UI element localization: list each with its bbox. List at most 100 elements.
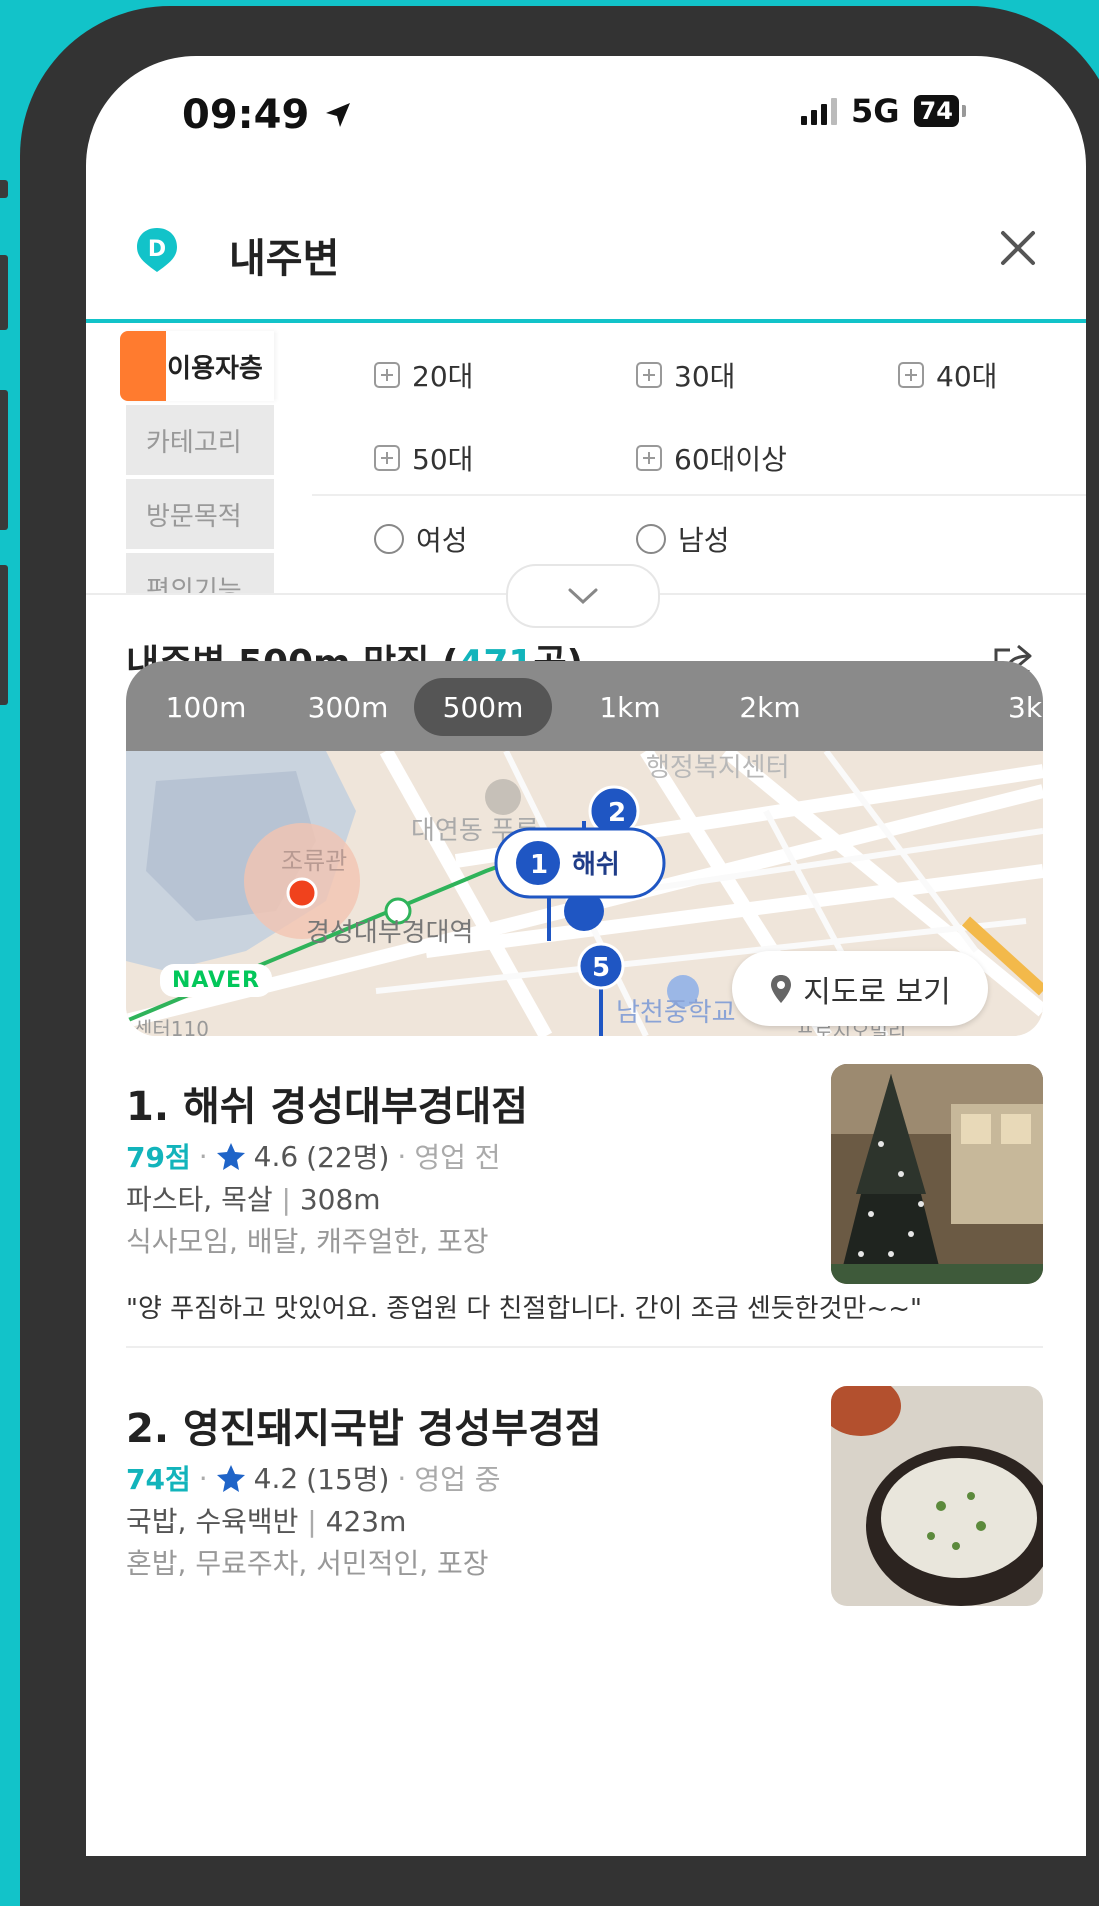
restaurant-photo-image xyxy=(831,1386,1043,1606)
option-label: 남성 xyxy=(678,524,730,557)
network-label: 5G xyxy=(851,92,900,130)
star-icon xyxy=(216,1143,245,1170)
phone-side-button-4 xyxy=(0,565,8,705)
divider-bar: | xyxy=(307,1505,326,1538)
restaurant-title[interactable]: 2. 영진돼지국밥 경성부경점 xyxy=(126,1396,602,1454)
battery-icon: 74 xyxy=(913,95,967,127)
score-unit: 점 xyxy=(164,1463,191,1496)
distance-tab-2km[interactable]: 2km xyxy=(716,678,824,736)
option-label: 50대 xyxy=(412,443,474,476)
meta-separator: · xyxy=(397,1139,407,1173)
score-number: 74 xyxy=(126,1463,165,1496)
restaurant-tags: 혼밥, 무료주차, 서민적인, 포장 xyxy=(126,1547,489,1580)
filter-tab-category[interactable]: 카테고리 xyxy=(126,405,274,475)
map-pin-icon xyxy=(771,974,792,1003)
map-label-station: 경성대부경대역 xyxy=(306,918,473,948)
filter-divider xyxy=(312,494,1086,496)
option-label: 여성 xyxy=(416,524,468,557)
option-label: 40대 xyxy=(936,360,998,393)
age-option-30[interactable]: 30대 xyxy=(636,355,735,395)
restaurant-categories: 국밥, 수육백반 | 423m xyxy=(126,1500,406,1540)
active-tab-accent xyxy=(120,331,166,401)
option-label: 60대이상 xyxy=(674,443,787,476)
score-number: 79 xyxy=(126,1141,165,1174)
category-text: 파스타, 목살 xyxy=(126,1183,273,1216)
map-callout-number: 1 xyxy=(530,850,548,880)
meta-separator: · xyxy=(198,1461,208,1495)
restaurant-title[interactable]: 1. 해쉬 경성대부경대점 xyxy=(126,1074,528,1132)
app-logo-icon: D xyxy=(137,228,177,272)
restaurant-tags: 식사모임, 배달, 캐주얼한, 포장 xyxy=(126,1225,489,1258)
meta-separator: · xyxy=(198,1139,208,1173)
map-pin-2-label: 2 xyxy=(608,798,626,828)
view-on-map-label: 지도로 보기 xyxy=(803,974,951,1010)
restaurant-review: "양 푸짐하고 맛있어요. 종업원 다 친절합니다. 간이 조금 센듯한것만~~… xyxy=(126,1294,922,1324)
plus-box-icon xyxy=(374,445,400,471)
divider-bar: | xyxy=(281,1183,300,1216)
restaurant-meta: 79점 · 4.6 (22명) · 영업 전 xyxy=(126,1136,501,1176)
distance-tab-100m[interactable]: 100m xyxy=(152,678,260,736)
filter-tab-purpose[interactable]: 방문목적 xyxy=(126,479,274,549)
phone-side-button-2 xyxy=(0,255,8,330)
star-icon xyxy=(216,1465,245,1492)
map-pin-5[interactable]: 5 xyxy=(577,942,625,990)
restaurant-categories: 파스타, 목살 | 308m xyxy=(126,1178,381,1218)
map-label-bottom-left: 센터110 xyxy=(134,1017,209,1036)
option-label: 20대 xyxy=(412,360,474,393)
distance-tab-1km[interactable]: 1km xyxy=(576,678,684,736)
map-callout-label: 해쉬 xyxy=(572,850,620,880)
gender-option-male[interactable]: 남성 xyxy=(636,519,730,559)
filter-tab-label: 편의기능 xyxy=(146,575,242,594)
distance-tab-300m[interactable]: 300m xyxy=(294,678,402,736)
restaurant-photo[interactable] xyxy=(831,1386,1043,1606)
category-text: 국밥, 수육백반 xyxy=(126,1505,299,1538)
meta-separator: · xyxy=(397,1461,407,1495)
distance-selector: 100m 300m 500m 1km 2km 3k xyxy=(126,661,1043,751)
close-icon[interactable] xyxy=(993,223,1043,273)
review-count: (15명) xyxy=(306,1463,390,1496)
gender-option-female[interactable]: 여성 xyxy=(374,519,468,559)
map-pin-5-label: 5 xyxy=(592,953,610,983)
naver-logo: NAVER xyxy=(160,964,272,997)
restaurant-meta: 74점 · 4.2 (15명) · 영업 중 xyxy=(126,1458,501,1498)
map-label-welfare-center: 행정복지센터 xyxy=(646,753,790,783)
filter-tab-amenities[interactable]: 편의기능 xyxy=(126,553,274,593)
filter-tab-label: 방문목적 xyxy=(146,501,242,532)
filter-tab-label: 카테고리 xyxy=(146,427,242,458)
chevron-down-icon xyxy=(568,588,598,605)
radio-icon xyxy=(374,524,404,554)
distance-tab-3km[interactable]: 3k xyxy=(1008,678,1043,736)
score-value: 74점 xyxy=(126,1458,191,1498)
open-status: 영업 중 xyxy=(414,1463,501,1496)
age-option-60plus[interactable]: 60대이상 xyxy=(636,438,787,478)
phone-side-button-3 xyxy=(0,390,8,530)
distance-tab-500m[interactable]: 500m xyxy=(414,678,552,736)
rating-value: 4.6 xyxy=(253,1139,299,1173)
age-option-50[interactable]: 50대 xyxy=(374,438,473,478)
filter-panel: 이용자층 카테고리 방문목적 편의기능 20대 30대 40대 50대 60대이… xyxy=(86,323,1086,593)
plus-box-icon xyxy=(636,362,662,388)
filter-tab-users[interactable]: 이용자층 xyxy=(120,331,274,401)
status-indicators: 5G 74 xyxy=(801,92,967,130)
location-arrow-icon xyxy=(326,103,351,127)
plus-box-icon xyxy=(374,362,400,388)
phone-side-button-1 xyxy=(0,180,8,198)
restaurant-photo-image xyxy=(831,1064,1043,1284)
filter-tab-label: 이용자층 xyxy=(167,353,263,384)
phone-frame: 09:49 5G 74 D 내주변 이용자층 카테고리 방문목적 편의기능 20… xyxy=(20,6,1099,1906)
map-label-school: 남천중학교 xyxy=(616,998,736,1028)
distance-text: 308m xyxy=(299,1183,381,1216)
phone-screen: 09:49 5G 74 D 내주변 이용자층 카테고리 방문목적 편의기능 20… xyxy=(86,56,1086,1856)
age-option-40[interactable]: 40대 xyxy=(898,355,997,395)
map-callout-1[interactable]: 1 해쉬 xyxy=(494,827,666,899)
score-unit: 점 xyxy=(164,1141,191,1174)
expand-filters-button[interactable] xyxy=(506,564,660,628)
view-on-map-button[interactable]: 지도로 보기 xyxy=(732,951,988,1026)
age-option-20[interactable]: 20대 xyxy=(374,355,473,395)
score-value: 79점 xyxy=(126,1136,191,1176)
option-label: 30대 xyxy=(674,360,736,393)
status-time: 09:49 xyxy=(182,92,353,138)
map-label-aviary: 조류관 xyxy=(281,847,347,875)
page-title: 내주변 xyxy=(229,236,340,282)
restaurant-photo[interactable] xyxy=(831,1064,1043,1284)
